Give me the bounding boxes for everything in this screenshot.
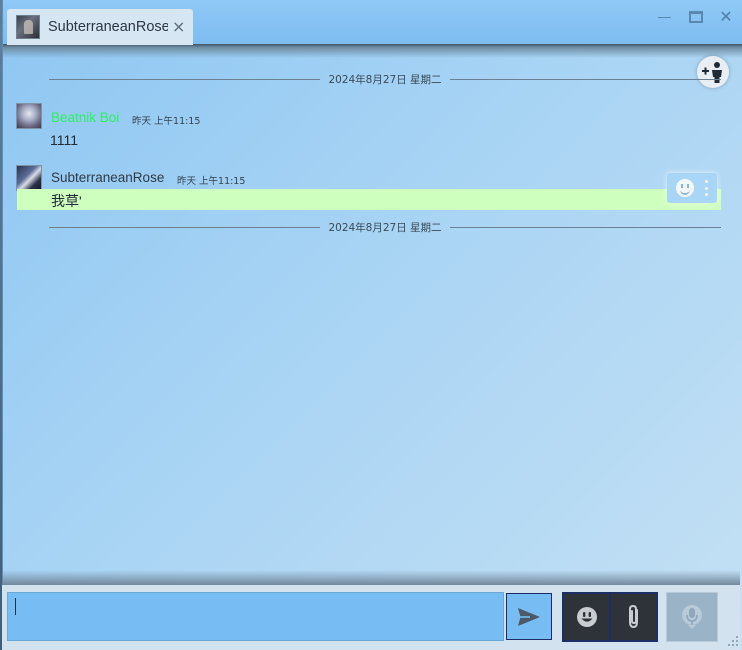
- close-window-button[interactable]: ✕: [715, 8, 737, 26]
- message-actions: [667, 173, 717, 203]
- tab-avatar: [16, 15, 40, 39]
- sender-name[interactable]: SubterraneanRose: [51, 170, 164, 185]
- composer-tools: [562, 592, 658, 642]
- paperclip-icon: [628, 604, 638, 629]
- voice-button[interactable]: [666, 592, 718, 642]
- avatar[interactable]: [16, 103, 42, 129]
- minimize-button[interactable]: [653, 8, 675, 26]
- message-highlight: [17, 189, 721, 210]
- chat-tab[interactable]: SubterraneanRose ×: [7, 9, 193, 45]
- emoji-icon: [576, 607, 597, 627]
- date-separator-text: 2024年8月27日 星期二: [328, 73, 442, 86]
- message-timestamp: 昨天 上午11:15: [177, 176, 246, 187]
- attach-button[interactable]: [611, 594, 656, 640]
- chat-window: SubterraneanRose × ✕ 2024年8月27日 星期二 Beat…: [2, 0, 742, 650]
- emoji-button[interactable]: [564, 594, 609, 640]
- separator-line: [449, 226, 722, 228]
- tab-title: SubterraneanRose: [48, 19, 168, 35]
- separator-line: [49, 226, 321, 228]
- maximize-icon: [689, 11, 703, 23]
- message-text: 我草': [51, 193, 82, 209]
- date-separator: 2024年8月27日 星期二: [49, 72, 722, 86]
- message-input[interactable]: [7, 592, 504, 641]
- date-separator: 2024年8月27日 星期二: [49, 220, 722, 234]
- separator-line: [449, 78, 722, 80]
- message-text: 1111: [50, 132, 79, 148]
- minimize-icon: [657, 17, 671, 18]
- avatar[interactable]: [16, 165, 42, 191]
- emoji-reaction-icon[interactable]: [676, 179, 694, 197]
- title-bar-shadow: [3, 44, 742, 58]
- separator-line: [49, 78, 321, 80]
- maximize-button[interactable]: [685, 8, 707, 26]
- tab-close-icon[interactable]: ×: [172, 19, 185, 35]
- message-timestamp: 昨天 上午11:15: [132, 116, 201, 127]
- send-icon: [518, 607, 540, 626]
- composer-shadow: [2, 570, 740, 586]
- resize-grip[interactable]: [727, 635, 739, 647]
- sender-name[interactable]: Beatnik Boi: [51, 110, 119, 125]
- close-icon: ✕: [719, 7, 733, 26]
- send-button[interactable]: [506, 593, 552, 640]
- microphone-icon: [682, 605, 702, 629]
- more-vertical-icon[interactable]: [704, 180, 708, 196]
- date-separator-text: 2024年8月27日 星期二: [328, 221, 442, 234]
- text-caret: [15, 598, 16, 615]
